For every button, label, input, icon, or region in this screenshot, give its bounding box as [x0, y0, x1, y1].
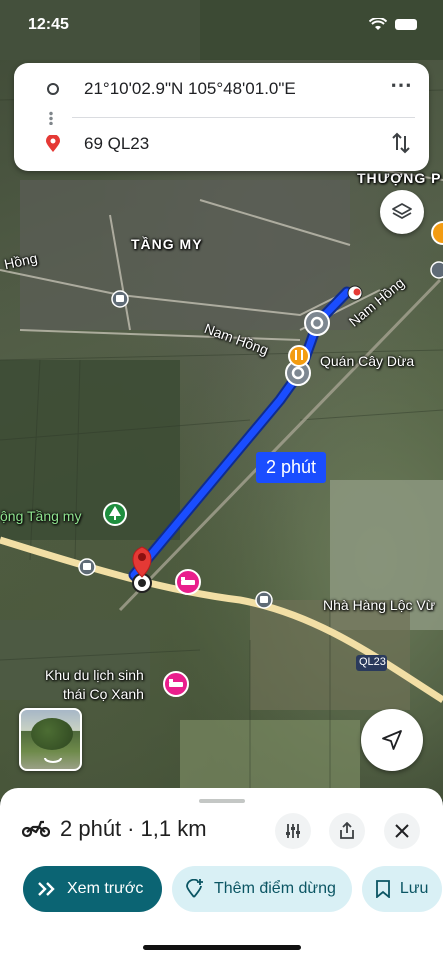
close-button[interactable]: [384, 813, 420, 849]
route-summary: 2 phút · 1,1 km: [22, 816, 207, 842]
bottom-sheet: 2 phút · 1,1 km Xem trước Thêm điểm dừng…: [0, 788, 443, 960]
swap-icon[interactable]: [387, 129, 415, 157]
separator: ·: [127, 816, 135, 841]
map-label-khu-du-lich[interactable]: Khu du lịch sinh: [45, 667, 144, 683]
battery-icon: [395, 19, 417, 30]
map-label-thuong: THƯỢNG P: [357, 170, 442, 186]
action-chips: Xem trước Thêm điểm dừng Lưu: [23, 866, 442, 914]
bus-stop-icon: [111, 290, 129, 308]
poi-pin-icon: [431, 221, 443, 245]
route-distance: 1,1 km: [140, 816, 207, 841]
map-label-tang-my: TẦNG MY: [131, 236, 203, 252]
more-options-icon[interactable]: ⋯: [387, 74, 415, 103]
map-label-ql23: QL23: [359, 656, 386, 668]
bus-stop-icon: [255, 591, 273, 609]
waypoint-icon: [304, 310, 330, 336]
destination-field[interactable]: 69 QL23: [84, 134, 149, 154]
home-indicator[interactable]: [143, 945, 301, 950]
motorcycle-icon: [22, 820, 50, 838]
map-label-nha-hang[interactable]: Nhà Hàng Lộc Vừ: [323, 597, 435, 613]
save-label: Lưu: [399, 880, 429, 897]
origin-circle-icon: [47, 83, 59, 95]
bus-stop-icon: [430, 261, 443, 279]
add-stop-button[interactable]: Thêm điểm dừng: [172, 866, 352, 912]
route-options-button[interactable]: [275, 813, 311, 849]
drag-handle[interactable]: [199, 799, 245, 803]
hotel-pin-icon: [175, 569, 201, 595]
add-stop-pin-icon: [186, 879, 203, 898]
divider: [72, 117, 415, 118]
close-icon: [395, 824, 409, 838]
share-button[interactable]: [329, 813, 365, 849]
destination-dot-icon: [347, 285, 363, 301]
rotate-icon: [44, 757, 62, 763]
layers-icon: [392, 203, 412, 219]
origin-pin-icon: [132, 546, 152, 593]
navigation-arrow-icon: [382, 730, 402, 750]
destination-row[interactable]: 69 QL23: [14, 124, 429, 164]
status-bar: 12:45: [0, 0, 443, 50]
route-dots-icon: [49, 111, 53, 125]
map-label-khu-du-lich[interactable]: thái Cọ Xanh: [63, 686, 144, 702]
origin-row[interactable]: 21°10'02.9"N 105°48'01.0"E: [14, 69, 429, 109]
map-label-park[interactable]: ộng Tầng my: [0, 508, 81, 524]
bus-stop-icon: [78, 558, 96, 576]
park-pin-icon: [103, 502, 127, 526]
layers-button[interactable]: [380, 190, 424, 234]
restaurant-pin-icon: [288, 345, 310, 367]
route-duration: 2 phút: [60, 816, 122, 841]
save-button[interactable]: Lưu: [361, 866, 442, 912]
bookmark-icon: [375, 880, 390, 898]
route-time-badge: 2 phút: [256, 452, 327, 483]
double-chevron-icon: [38, 882, 55, 896]
origin-field[interactable]: 21°10'02.9"N 105°48'01.0"E: [84, 79, 296, 99]
destination-pin-icon: [46, 135, 60, 152]
map-label-quan-cay-dua[interactable]: Quán Cây Dừa: [320, 353, 414, 369]
my-location-button[interactable]: [361, 709, 423, 771]
hotel-pin-icon: [163, 671, 189, 697]
add-stop-label: Thêm điểm dừng: [214, 880, 336, 897]
wifi-icon: [369, 18, 387, 30]
directions-card: 21°10'02.9"N 105°48'01.0"E 69 QL23 ⋯: [14, 63, 429, 171]
share-icon: [340, 822, 354, 839]
preview-button[interactable]: Xem trước: [23, 866, 162, 912]
preview-label: Xem trước: [67, 880, 144, 897]
sliders-icon: [286, 824, 300, 838]
status-time: 12:45: [28, 16, 69, 33]
street-view-thumbnail[interactable]: [19, 708, 82, 771]
